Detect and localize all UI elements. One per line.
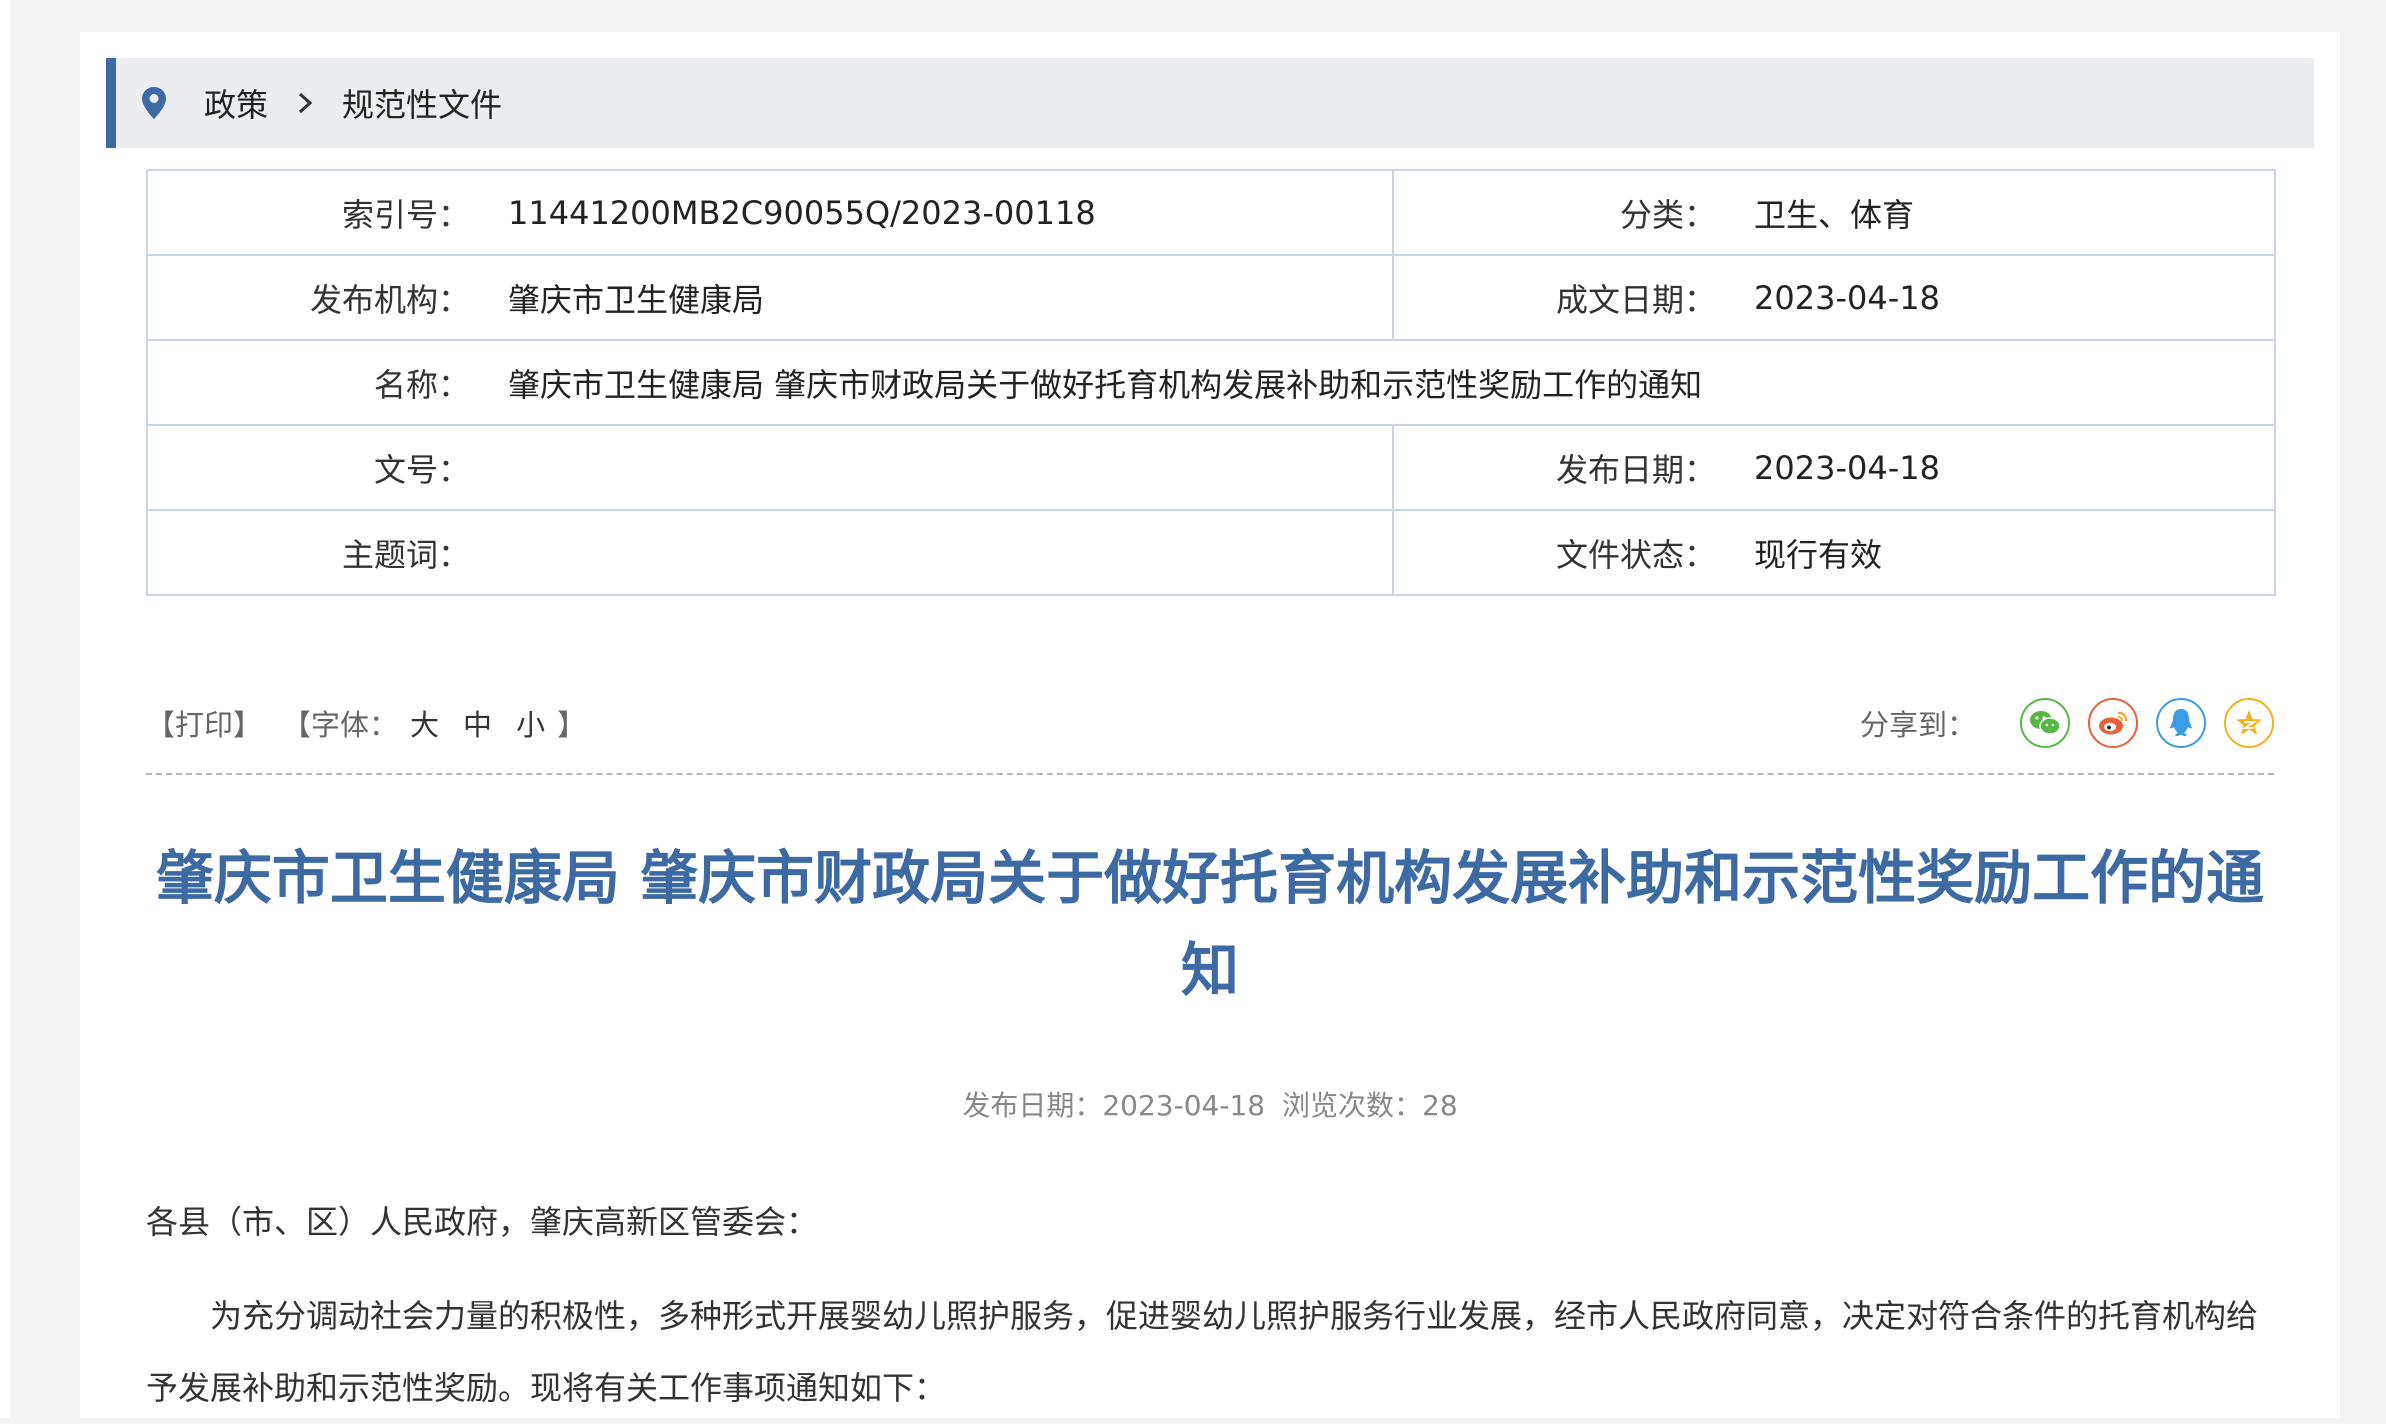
qzone-icon[interactable]	[2224, 698, 2274, 748]
breadcrumb-item-policy[interactable]: 政策	[204, 80, 268, 126]
weibo-icon[interactable]	[2088, 698, 2138, 748]
publish-date-cell: 发布日期： 2023-04-18	[1392, 424, 2276, 511]
article-publish-date: 发布日期：2023-04-18	[962, 1089, 1266, 1122]
publish-date-label: 发布日期：	[1555, 450, 1716, 489]
article-view-count: 浏览次数：28	[1282, 1089, 1458, 1122]
written-date-value: 2023-04-18	[1754, 278, 1940, 317]
font-size-large-button[interactable]: 大	[410, 702, 439, 744]
share-bar: 分享到：	[1860, 698, 2274, 748]
category-value: 卫生、体育	[1754, 195, 1915, 234]
print-font-controls: 【打印】 【字体： 大 中 小 】	[146, 702, 586, 744]
doc-no-label: 文号：	[373, 450, 470, 489]
font-size-prefix: 【字体：	[282, 708, 399, 742]
location-pin-icon	[134, 83, 174, 123]
publisher-value: 肇庆市卫生健康局	[508, 280, 765, 319]
article-title: 肇庆市卫生健康局 肇庆市财政局关于做好托育机构发展补助和示范性奖励工作的通知	[155, 844, 2265, 1004]
breadcrumb: 政策 规范性文件	[106, 58, 2314, 148]
index-cell: 索引号： 11441200MB2C90055Q/2023-00118	[146, 169, 1394, 256]
doc-no-cell: 文号：	[146, 424, 1394, 511]
article-paragraph: 为充分调动社会力量的积极性，多种形式开展婴幼儿照护服务，促进婴幼儿照护服务行业发…	[146, 1297, 2259, 1407]
content-panel: 政策 规范性文件 索引号： 11441200MB2C90055Q/2023-00…	[80, 32, 2340, 1418]
index-label: 索引号：	[341, 195, 470, 234]
name-cell: 名称： 肇庆市卫生健康局 肇庆市财政局关于做好托育机构发展补助和示范性奖励工作的…	[146, 339, 2276, 426]
table-row: 索引号： 11441200MB2C90055Q/2023-00118 分类： 卫…	[146, 169, 2276, 256]
article-toolbar: 【打印】 【字体： 大 中 小 】 分享到：	[146, 680, 2274, 766]
keywords-label: 主题词：	[341, 535, 470, 574]
table-row: 主题词： 文件状态： 现行有效	[146, 509, 2276, 596]
wechat-icon[interactable]	[2020, 698, 2070, 748]
name-value: 肇庆市卫生健康局 肇庆市财政局关于做好托育机构发展补助和示范性奖励工作的通知	[508, 365, 1703, 404]
written-date-cell: 成文日期： 2023-04-18	[1392, 254, 2276, 341]
status-value: 现行有效	[1754, 535, 1883, 574]
page-left-strip	[0, 0, 10, 1418]
qq-icon[interactable]	[2156, 698, 2206, 748]
dashed-divider	[146, 773, 2274, 775]
font-size-medium-button[interactable]: 中	[463, 702, 492, 744]
category-cell: 分类： 卫生、体育	[1392, 169, 2276, 256]
print-button[interactable]: 【打印】	[146, 702, 262, 744]
font-size-suffix: 】	[557, 708, 587, 742]
breadcrumb-item-normative-documents[interactable]: 规范性文件	[342, 80, 502, 126]
index-value: 11441200MB2C90055Q/2023-00118	[508, 193, 1096, 232]
status-label: 文件状态：	[1555, 535, 1716, 574]
keywords-cell: 主题词：	[146, 509, 1394, 596]
document-info-table: 索引号： 11441200MB2C90055Q/2023-00118 分类： 卫…	[146, 169, 2276, 596]
font-size-small-button[interactable]: 小	[516, 702, 545, 744]
table-row: 名称： 肇庆市卫生健康局 肇庆市财政局关于做好托育机构发展补助和示范性奖励工作的…	[146, 339, 2276, 426]
publisher-cell: 发布机构： 肇庆市卫生健康局	[146, 254, 1394, 341]
publish-date-value: 2023-04-18	[1754, 448, 1940, 487]
table-row: 发布机构： 肇庆市卫生健康局 成文日期： 2023-04-18	[146, 254, 2276, 341]
status-cell: 文件状态： 现行有效	[1392, 509, 2276, 596]
name-label: 名称：	[373, 365, 470, 404]
share-label: 分享到：	[1859, 708, 1976, 742]
article-salutation: 各县（市、区）人民政府，肇庆高新区管委会：	[146, 1203, 819, 1241]
chevron-right-icon	[290, 88, 320, 118]
written-date-label: 成文日期：	[1555, 280, 1716, 319]
publisher-label: 发布机构：	[309, 280, 470, 319]
table-row: 文号： 发布日期： 2023-04-18	[146, 424, 2276, 511]
article-meta: 发布日期：2023-04-18 浏览次数：28	[146, 1084, 2274, 1124]
category-label: 分类：	[1619, 195, 1716, 234]
